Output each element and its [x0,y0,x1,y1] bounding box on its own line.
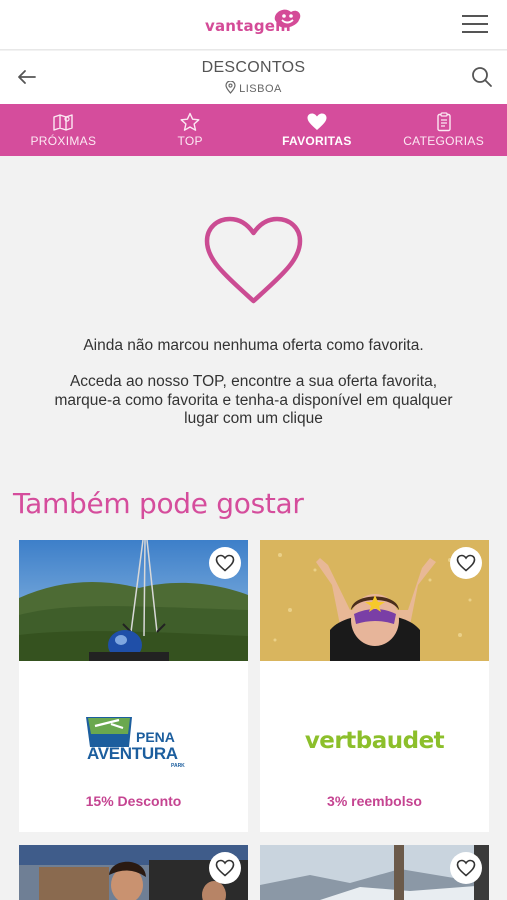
vertbaudet-logo: vertbaudet [260,690,489,760]
logo-word-park: PARK [171,763,185,769]
recommendations-title: Também pode gostar [13,487,304,520]
logo-word-aventura: AVENTURA [87,744,178,763]
location-pin-icon [225,80,236,94]
search-icon[interactable] [469,64,495,90]
clipboard-icon [436,112,451,132]
vertbaudet-wordmark: vertbaudet [304,728,445,754]
map-icon [53,114,74,131]
empty-hint: Acceda ao nosso TOP, encontre a sua ofer… [54,373,453,427]
tab-label: FAVORITAS [282,134,352,148]
deal-label: 3% reembolso [327,793,422,809]
logo-mark-icon [274,9,301,28]
tab-top[interactable]: TOP [127,104,254,156]
deal-label: 15% Desconto [85,793,182,809]
empty-message: Ainda não marcou nenhuma oferta como fav… [83,337,424,354]
location-label[interactable]: LISBOA [0,80,507,95]
tab-label: TOP [177,134,203,148]
tab-label: CATEGORIAS [403,134,485,148]
page-title: DESCONTOS [201,59,306,76]
heart-icon [307,113,327,130]
sub-header: DESCONTOS LISBOA [0,51,507,104]
logo-word-pena: PENA [136,729,175,745]
favorite-heart-icon[interactable] [450,547,482,579]
tab-label: PRÓXIMAS [30,134,97,148]
top-bar: vantagem [0,0,507,50]
tab-proximas[interactable]: PRÓXIMAS [0,104,127,156]
offer-card[interactable] [19,845,248,900]
tab-categorias[interactable]: CATEGORIAS [380,104,507,156]
tab-bar: PRÓXIMAS TOP FAVORITAS CATEGORIAS [0,104,507,156]
favorite-heart-icon[interactable] [209,852,241,884]
pena-aventura-logo: PENA AVENTURA PARK [19,690,248,769]
favorite-heart-icon[interactable] [209,547,241,579]
location-text: LISBOA [239,83,282,95]
offer-card[interactable]: PENA AVENTURA PARK 15% Desconto [19,540,248,832]
offer-card[interactable]: vertbaudet 3% reembolso [260,540,489,832]
favorite-heart-icon[interactable] [450,852,482,884]
offer-card[interactable] [260,845,489,900]
tab-favoritas[interactable]: FAVORITAS [254,104,381,156]
menu-icon[interactable] [462,13,488,35]
vantagem-logo[interactable]: vantagem [205,8,301,44]
empty-heart-icon [204,216,303,304]
star-icon [180,112,200,131]
